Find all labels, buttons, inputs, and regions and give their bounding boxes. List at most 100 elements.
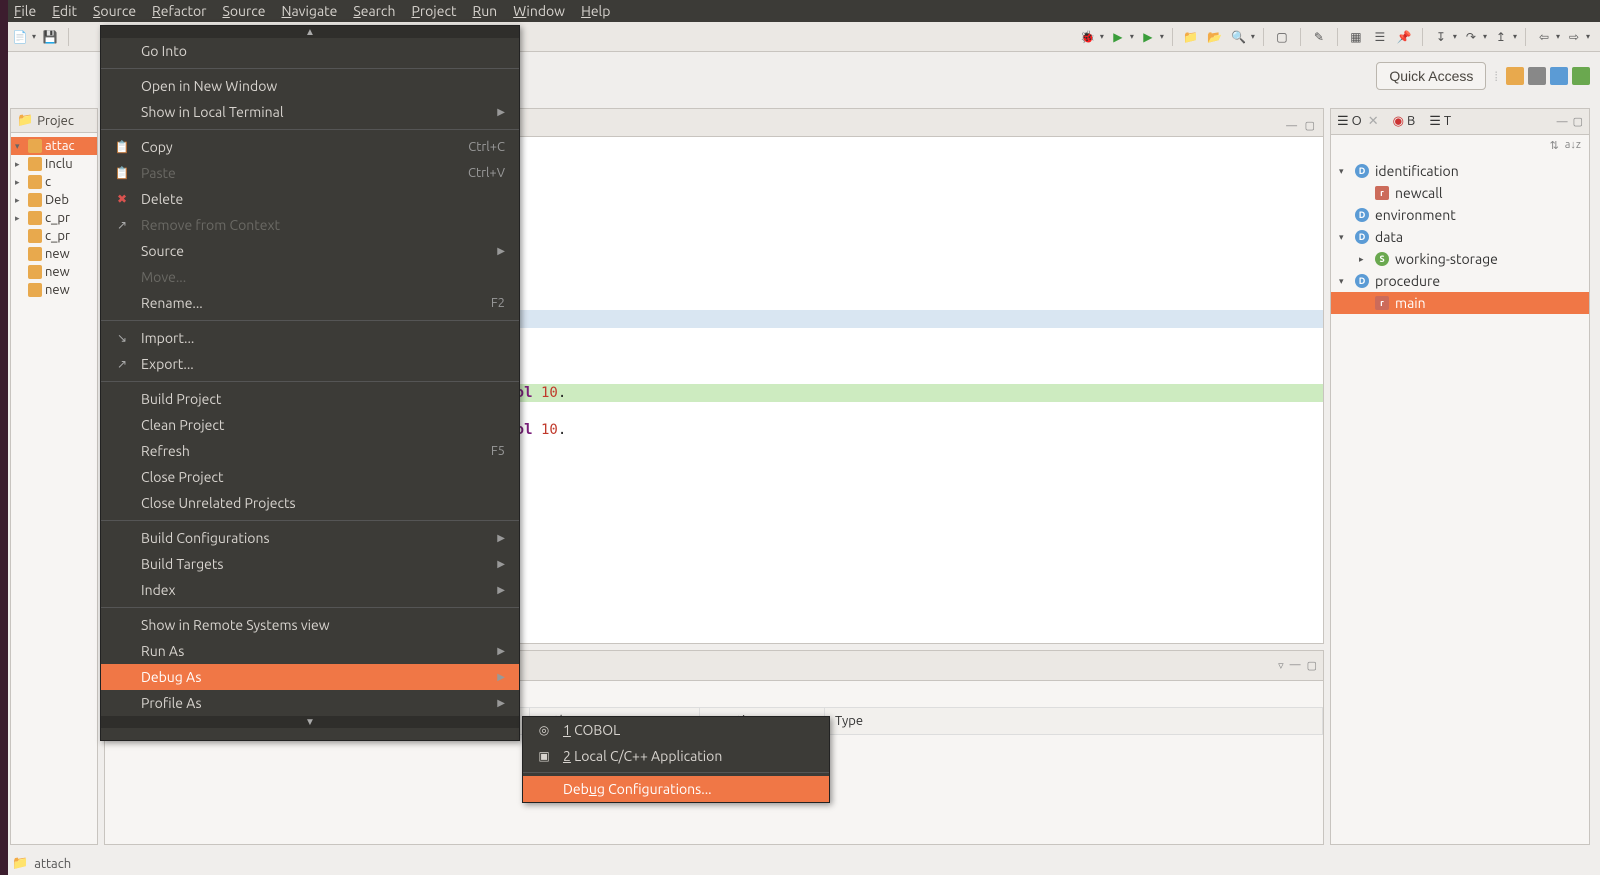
az-sort-icon[interactable]: a↓z xyxy=(1565,139,1581,152)
menu-item[interactable]: RefreshF5 xyxy=(101,438,519,464)
run-icon[interactable]: ▶ xyxy=(1108,27,1128,47)
folder-icon[interactable]: 📁 xyxy=(1181,27,1201,47)
minimize-icon[interactable]: — xyxy=(1290,659,1301,672)
outline-tab-o[interactable]: ☰ O xyxy=(1337,114,1362,129)
menu-item[interactable]: ↘Import... xyxy=(101,325,519,351)
menu-source[interactable]: Source xyxy=(214,1,273,21)
outline-item[interactable]: ▸Sworking-storage xyxy=(1331,248,1589,270)
outline-item[interactable]: ▾Dprocedure xyxy=(1331,270,1589,292)
scroll-up-icon[interactable]: ▲ xyxy=(101,26,519,38)
menu-item[interactable]: Show in Remote Systems view xyxy=(101,612,519,638)
back-icon[interactable]: ⇦ xyxy=(1534,27,1554,47)
menu-item[interactable]: Build Targets▶ xyxy=(101,551,519,577)
menu-item[interactable]: Open in New Window xyxy=(101,73,519,99)
menu-item[interactable]: Profile As▶ xyxy=(101,690,519,716)
project-explorer-title: Projec xyxy=(37,114,74,128)
menu-search[interactable]: Search xyxy=(345,1,403,21)
menu-item[interactable]: Go Into xyxy=(101,38,519,64)
submenu-item[interactable]: ▣2 Local C/C++ Application xyxy=(523,743,829,769)
menu-item[interactable]: Build Configurations▶ xyxy=(101,525,519,551)
maximize-icon[interactable]: ▢ xyxy=(1573,116,1583,128)
menu-edit[interactable]: Edit xyxy=(44,1,85,21)
save-icon[interactable]: 💾 xyxy=(40,27,60,47)
minimize-icon[interactable]: — xyxy=(1557,116,1568,128)
menu-project[interactable]: Project xyxy=(403,1,464,21)
tree-item[interactable]: ▸c xyxy=(11,173,97,191)
menu-item[interactable]: Rename...F2 xyxy=(101,290,519,316)
menu-window[interactable]: Window xyxy=(505,1,573,21)
tree-item[interactable]: ▸Deb xyxy=(11,191,97,209)
folder-icon: 📁 xyxy=(17,113,33,128)
maximize-icon[interactable]: ▢ xyxy=(1305,120,1315,132)
menu-item[interactable]: Close Project xyxy=(101,464,519,490)
tree-item[interactable]: new xyxy=(11,281,97,299)
search-icon[interactable]: 🔍 xyxy=(1229,27,1249,47)
minimize-icon[interactable]: — xyxy=(1286,120,1297,132)
debug-as-submenu[interactable]: ◎1 COBOL▣2 Local C/C++ Application Debug … xyxy=(522,716,830,803)
step-over-icon[interactable]: ↷ xyxy=(1461,27,1481,47)
sort-icon[interactable]: ⇅ xyxy=(1550,139,1559,152)
view-menu-icon[interactable]: ▿ xyxy=(1278,659,1284,672)
new-icon[interactable]: 📄 xyxy=(10,27,30,47)
step-icon[interactable]: ↧ xyxy=(1431,27,1451,47)
quick-access-button[interactable]: Quick Access xyxy=(1376,62,1486,90)
menu-item: 📋PasteCtrl+V xyxy=(101,160,519,186)
outline-tab-b[interactable]: ◉ B xyxy=(1393,114,1416,129)
outline-panel: ☰ O ✕ ◉ B ☰ T — ▢ ⇅ a↓z ▾Didentification… xyxy=(1330,108,1590,845)
menu-item[interactable]: Index▶ xyxy=(101,577,519,603)
project-explorer-tab[interactable]: 📁 Projec xyxy=(11,109,97,133)
outline-tree[interactable]: ▾DidentificationrnewcallDenvironment▾Dda… xyxy=(1331,156,1589,318)
menu-refactor[interactable]: Refactor xyxy=(144,1,214,21)
menu-navigate[interactable]: Navigate xyxy=(274,1,346,21)
menubar: FileEditSourceRefactorSourceNavigateSear… xyxy=(0,0,1600,22)
menu-item[interactable]: Clean Project xyxy=(101,412,519,438)
menu-help[interactable]: Help xyxy=(573,1,618,21)
run-last-icon[interactable]: ▶ xyxy=(1138,27,1158,47)
outline-item[interactable]: rnewcall xyxy=(1331,182,1589,204)
menu-item[interactable]: ↗Export... xyxy=(101,351,519,377)
col-type[interactable]: Type xyxy=(825,708,1323,734)
project-tree[interactable]: ▾attac▸Inclu▸c▸Deb▸c_prc_prnewnewnew xyxy=(11,133,97,303)
outline-item[interactable]: Denvironment xyxy=(1331,204,1589,226)
open-perspective-icon[interactable] xyxy=(1506,67,1524,85)
tree-item[interactable]: c_pr xyxy=(11,227,97,245)
outline-item[interactable]: ▾Ddata xyxy=(1331,226,1589,248)
window-icon[interactable]: ▢ xyxy=(1272,27,1292,47)
menu-item[interactable]: Run As▶ xyxy=(101,638,519,664)
pin-icon[interactable]: 📌 xyxy=(1394,27,1414,47)
outline-item[interactable]: rmain xyxy=(1331,292,1589,314)
list-icon[interactable]: ☰ xyxy=(1370,27,1390,47)
menu-item[interactable]: Build Project xyxy=(101,386,519,412)
debug-perspective-icon[interactable] xyxy=(1572,67,1590,85)
tree-item[interactable]: new xyxy=(11,263,97,281)
context-menu[interactable]: ▲ Go Into Open in New WindowShow in Local… xyxy=(100,25,520,741)
menu-item[interactable]: ✖Delete xyxy=(101,186,519,212)
menu-file[interactable]: File xyxy=(6,1,44,21)
outline-tab-t[interactable]: ☰ T xyxy=(1429,114,1451,129)
tree-item[interactable]: ▸c_pr xyxy=(11,209,97,227)
maximize-icon[interactable]: ▢ xyxy=(1307,659,1317,672)
submenu-item[interactable]: Debug Configurations... xyxy=(523,776,829,802)
dropdown-arrow-icon[interactable]: ▾ xyxy=(32,32,36,41)
menu-item[interactable]: Debug As▶ xyxy=(101,664,519,690)
menu-item[interactable]: Show in Local Terminal▶ xyxy=(101,99,519,125)
menu-item[interactable]: Close Unrelated Projects xyxy=(101,490,519,516)
step-out-icon[interactable]: ↥ xyxy=(1491,27,1511,47)
tree-item[interactable]: new xyxy=(11,245,97,263)
menu-item[interactable]: Source▶ xyxy=(101,238,519,264)
menu-item[interactable]: 📋CopyCtrl+C xyxy=(101,134,519,160)
resource-perspective-icon[interactable] xyxy=(1528,67,1546,85)
tree-item[interactable]: ▾attac xyxy=(11,137,97,155)
outline-item[interactable]: ▾Didentification xyxy=(1331,160,1589,182)
grid-icon[interactable]: ▦ xyxy=(1346,27,1366,47)
cpp-perspective-icon[interactable] xyxy=(1550,67,1568,85)
folder-open-icon[interactable]: 📂 xyxy=(1205,27,1225,47)
scroll-down-icon[interactable]: ▼ xyxy=(101,716,519,728)
tree-item[interactable]: ▸Inclu xyxy=(11,155,97,173)
forward-icon[interactable]: ⇨ xyxy=(1564,27,1584,47)
menu-run[interactable]: Run xyxy=(464,1,505,21)
wand-icon[interactable]: ✎ xyxy=(1309,27,1329,47)
debug-icon[interactable]: 🐞 xyxy=(1078,27,1098,47)
menu-source[interactable]: Source xyxy=(85,1,144,21)
submenu-item[interactable]: ◎1 COBOL xyxy=(523,717,829,743)
